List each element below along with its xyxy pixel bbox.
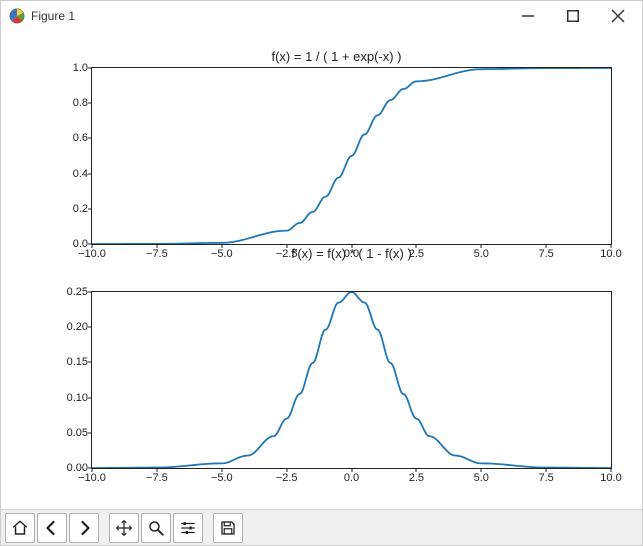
ytick-label: 0.20 [67,321,88,333]
matplotlib-icon [9,8,25,24]
move-icon [115,519,133,537]
figure-canvas[interactable]: f(x) = 1 / ( 1 + exp(-x) ) f'(x) = f(x) … [1,31,642,509]
xtick-label: 10.0 [600,248,621,260]
xtick-label: −7.5 [146,248,168,260]
window-close-button[interactable] [595,1,640,31]
ytick-label: 0.2 [73,203,88,215]
arrow-right-icon [75,519,93,537]
save-icon [219,519,237,537]
xtick-label: −2.5 [276,472,298,484]
zoom-icon [147,519,165,537]
xtick-label: −2.5 [276,248,298,260]
subplot-1: f(x) = 1 / ( 1 + exp(-x) ) f'(x) = f(x) … [51,51,622,275]
window-maximize-button[interactable] [550,1,595,31]
xtick-label: 5.0 [474,248,489,260]
chart-title-1: f(x) = 1 / ( 1 + exp(-x) ) [51,49,622,64]
xtick-label: −7.5 [146,472,168,484]
xtick-label: 0.0 [344,472,359,484]
xtick-label: 0.0 [344,248,359,260]
matplotlib-toolbar [1,509,642,545]
zoom-button[interactable] [141,513,171,543]
forward-button[interactable] [69,513,99,543]
subplot-2: 0.000.050.100.150.200.25−10.0−7.5−5.0−2.… [51,275,622,499]
ytick-label: 0.05 [67,427,88,439]
xtick-label: 2.5 [409,472,424,484]
xtick-label: 2.5 [409,248,424,260]
xtick-label: −5.0 [211,248,233,260]
ytick-label: 0.25 [67,286,88,298]
xtick-label: 10.0 [600,472,621,484]
ytick-label: 0.10 [67,392,88,404]
axes-2[interactable]: 0.000.050.100.150.200.25−10.0−7.5−5.0−2.… [91,291,612,469]
xtick-label: −5.0 [211,472,233,484]
pan-button[interactable] [109,513,139,543]
ytick-label: 0.4 [73,168,88,180]
window-title: Figure 1 [31,9,75,23]
window-minimize-button[interactable] [505,1,550,31]
home-icon [11,519,29,537]
ytick-label: 0.8 [73,97,88,109]
ytick-label: 0.15 [67,356,88,368]
home-button[interactable] [5,513,35,543]
save-button[interactable] [213,513,243,543]
xtick-label: −10.0 [78,472,106,484]
xtick-label: 5.0 [474,472,489,484]
xtick-label: 7.5 [538,472,553,484]
arrow-left-icon [43,519,61,537]
axes-1[interactable]: f'(x) = f(x) * ( 1 - f(x) ) 0.00.20.40.6… [91,67,612,245]
back-button[interactable] [37,513,67,543]
configure-subplots-button[interactable] [173,513,203,543]
xtick-label: 7.5 [538,248,553,260]
sliders-icon [179,519,197,537]
ytick-label: 0.6 [73,132,88,144]
ytick-label: 1.0 [73,62,88,74]
window-titlebar: Figure 1 [1,1,642,31]
xtick-label: −10.0 [78,248,106,260]
